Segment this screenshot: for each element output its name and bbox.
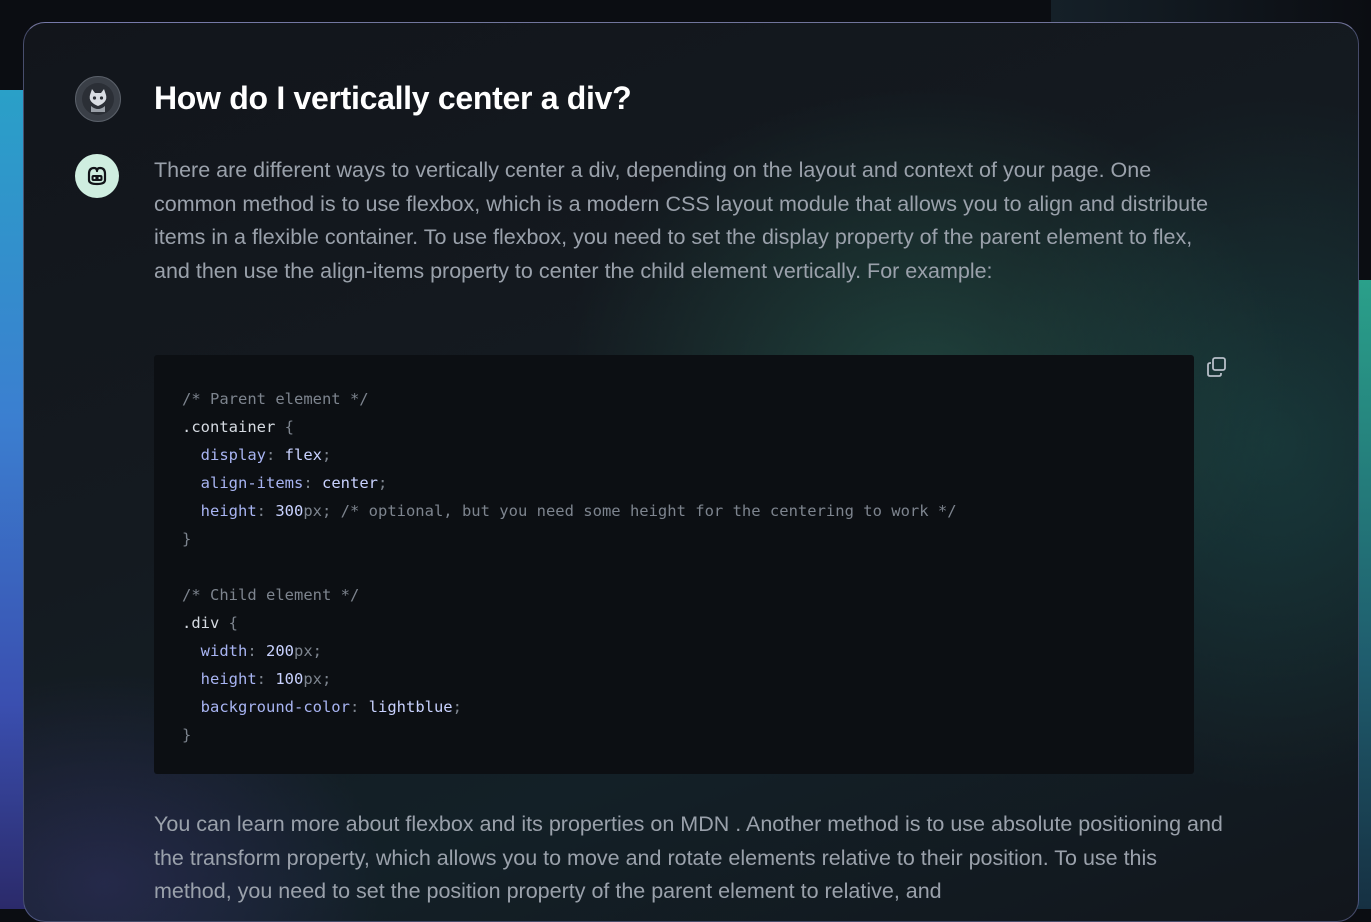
code-token-punct: : xyxy=(349,698,369,716)
copy-icon xyxy=(1207,357,1226,377)
code-line: align-items: center; xyxy=(182,469,957,497)
code-token-punct: px; xyxy=(294,642,322,660)
code-token-prop: display xyxy=(182,446,266,464)
assistant-answer-intro: There are different ways to vertically c… xyxy=(154,158,1209,283)
code-token-value: 100 xyxy=(275,670,304,688)
code-block: /* Parent element */ .container { display… xyxy=(154,355,1194,774)
code-token-punct: { xyxy=(219,614,238,632)
code-token-prop: height xyxy=(182,502,257,520)
code-token-punct: px; xyxy=(303,502,341,520)
code-token-value: 200 xyxy=(266,642,294,660)
code-token-punct: : xyxy=(303,474,322,492)
code-line: background-color: lightblue; xyxy=(182,693,957,721)
code-token-comment: /* optional, but you need some height fo… xyxy=(340,502,957,520)
code-token-prop: height xyxy=(182,670,257,688)
code-line: } xyxy=(182,525,957,553)
code-token-prop: width xyxy=(182,642,248,660)
code-line: .container { xyxy=(182,413,957,441)
code-token-comment: /* Parent element */ xyxy=(182,390,369,408)
code-token-comment: /* Child element */ xyxy=(182,586,360,604)
copy-code-button[interactable] xyxy=(1204,354,1230,380)
code-token-punct: : xyxy=(266,446,285,464)
code-token-value: 300 xyxy=(275,502,304,520)
assistant-avatar xyxy=(75,154,119,198)
code-token-punct: ; xyxy=(452,698,462,716)
code-line: } xyxy=(182,721,957,749)
code-line: height: 300px; /* optional, but you need… xyxy=(182,497,957,525)
user-question: How do I vertically center a div? xyxy=(154,80,632,116)
code-token-punct: } xyxy=(182,530,192,548)
octocat-avatar-icon xyxy=(82,83,114,115)
code-line: /* Parent element */ xyxy=(182,385,957,413)
code-token-punct: } xyxy=(182,726,192,744)
code-token-value: flex xyxy=(284,446,322,464)
code-content: /* Parent element */ .container { display… xyxy=(182,385,957,749)
code-token-punct: ; xyxy=(378,474,388,492)
code-token-punct: : xyxy=(256,670,276,688)
code-token-prop: background-color xyxy=(182,698,350,716)
code-line: /* Child element */ xyxy=(182,581,957,609)
assistant-answer-followup: You can learn more about flexbox and its… xyxy=(154,812,1223,903)
code-token-punct: px; xyxy=(303,670,332,688)
code-token-punct: : xyxy=(247,642,266,660)
code-token-punct: ; xyxy=(322,446,332,464)
code-token-punct: : xyxy=(256,502,276,520)
code-line: width: 200px; xyxy=(182,637,957,665)
code-line: .div { xyxy=(182,609,957,637)
code-line: display: flex; xyxy=(182,441,957,469)
code-token-value: center xyxy=(322,474,378,492)
copilot-icon xyxy=(87,166,107,186)
user-avatar xyxy=(75,76,121,122)
code-token-prop: align-items xyxy=(182,474,304,492)
code-token-punct: { xyxy=(275,418,294,436)
code-token-value: lightblue xyxy=(368,698,453,716)
code-line: height: 100px; xyxy=(182,665,957,693)
code-token-selector: .div xyxy=(182,614,220,632)
code-token-selector: .container xyxy=(182,418,276,436)
